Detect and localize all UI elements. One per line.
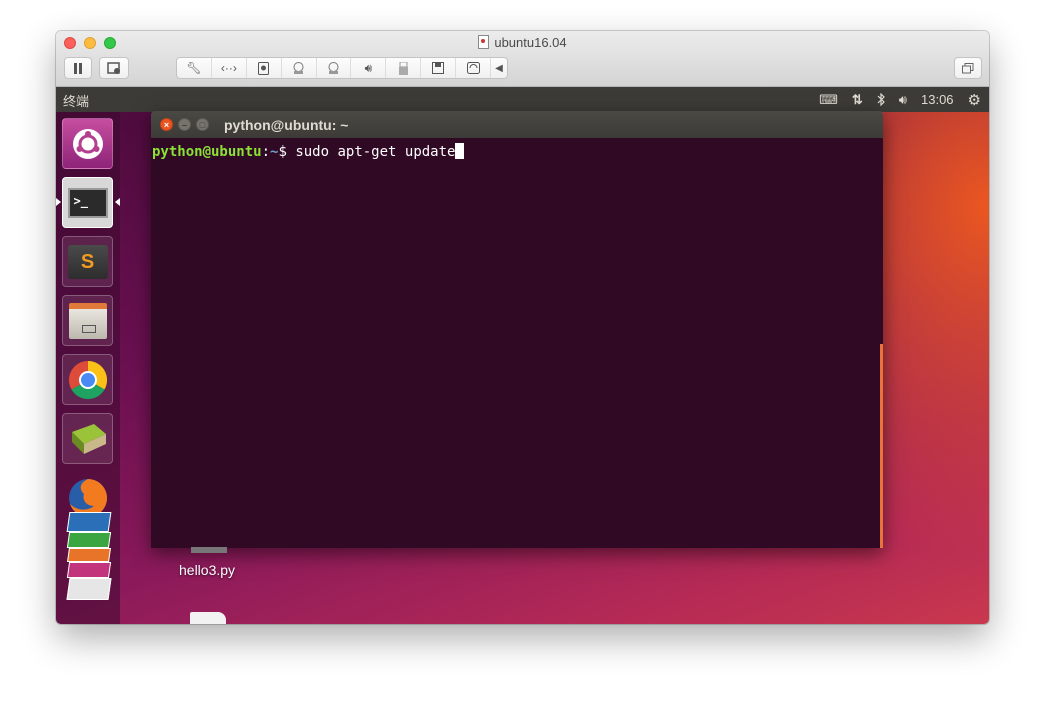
prompt-colon: :	[261, 144, 271, 160]
text-cursor	[455, 143, 465, 159]
keyboard-icon[interactable]: ⌨︎	[819, 92, 838, 108]
libreoffice-impress-icon	[67, 548, 111, 562]
camera-icon	[293, 62, 304, 74]
document-icon	[190, 612, 226, 624]
books-launcher[interactable]	[62, 413, 113, 464]
file-cabinet-icon	[68, 302, 107, 339]
maximize-icon: □	[199, 120, 206, 130]
vm-device-toolbar: 🔧︎ ‹··› 🔊︎ ◀	[176, 57, 508, 79]
disk-icon	[66, 578, 112, 600]
books-icon	[71, 423, 106, 454]
pause-button[interactable]	[64, 57, 92, 79]
sublime-text-icon: S	[67, 244, 108, 279]
gear-icon[interactable]: ⚙︎	[968, 91, 981, 109]
terminal-close-button[interactable]: ×	[160, 118, 173, 131]
terminal-icon: >_	[67, 187, 108, 218]
vm-document-icon	[478, 35, 490, 49]
fullscreen-button[interactable]	[954, 57, 982, 79]
clock[interactable]: 13:06	[921, 92, 954, 107]
speaker-icon: 🔊︎	[364, 60, 373, 75]
chrome-launcher[interactable]	[62, 354, 113, 405]
camera-button-2[interactable]	[317, 58, 352, 78]
chrome-icon	[68, 360, 107, 399]
terminal-maximize-button[interactable]: □	[196, 118, 209, 131]
minimize-icon: –	[181, 120, 187, 130]
unity-top-panel: 终端 ⌨︎ ⇅ 🔊︎ 13:06 ⚙︎	[56, 87, 989, 112]
terminal-launcher[interactable]: >_	[62, 177, 113, 228]
command-text: sudo apt-get update	[295, 144, 456, 160]
camera-icon	[328, 62, 339, 74]
close-icon: ×	[163, 120, 170, 130]
dash-button[interactable]	[62, 118, 113, 169]
toolbar-collapse-button[interactable]: ◀	[491, 58, 507, 78]
desktop-file-hello3[interactable]: hello3.py	[178, 547, 258, 587]
terminal-minimize-button[interactable]: –	[178, 118, 191, 131]
sync-button[interactable]	[456, 58, 492, 78]
libreoffice-writer-icon	[66, 512, 112, 532]
snapshot-button[interactable]	[99, 57, 129, 79]
sync-icon	[466, 62, 480, 74]
save-icon	[432, 62, 445, 74]
prompt-symbol: $	[278, 144, 296, 160]
hard-disk-button[interactable]	[247, 58, 282, 78]
desktop-file-2[interactable]	[190, 612, 230, 624]
shared-folder-button[interactable]	[421, 58, 457, 78]
host-titlebar: ubuntu16.04 🔧︎ ‹··› 🔊︎ ◀	[56, 31, 989, 87]
host-window-title: ubuntu16.04	[56, 35, 989, 50]
running-indicator-icon	[56, 198, 61, 206]
camera-button[interactable]	[282, 58, 317, 78]
unity-launcher: >_ S	[56, 112, 120, 624]
sublime-text-launcher[interactable]: S	[62, 236, 113, 287]
sound-button[interactable]: 🔊︎	[351, 58, 387, 78]
prompt-user: python@ubuntu	[152, 144, 262, 160]
pause-icon	[74, 62, 82, 74]
file-icon	[191, 547, 227, 553]
files-launcher[interactable]	[62, 295, 113, 346]
ubuntu-desktop: 终端 ⌨︎ ⇅ 🔊︎ 13:06 ⚙︎ >_ S × – □ python@ub…	[56, 87, 989, 624]
software-center-icon	[66, 562, 112, 578]
network-button[interactable]: ‹··›	[212, 58, 247, 78]
ubuntu-logo-icon	[72, 128, 103, 159]
vm-host-window: ubuntu16.04 🔧︎ ‹··› 🔊︎ ◀ 终端 ⌨︎ ⇅ 🔊︎ 13:0…	[56, 31, 989, 624]
bluetooth-icon[interactable]	[877, 93, 885, 106]
wrench-icon: 🔧︎	[186, 61, 202, 75]
terminal-titlebar[interactable]: × – □ python@ubuntu: ~	[151, 111, 883, 138]
launcher-stacked-apps[interactable]	[64, 512, 112, 622]
libreoffice-calc-icon	[66, 532, 112, 548]
network-icon: ‹··›	[220, 61, 237, 75]
network-arrows-icon[interactable]: ⇅	[852, 92, 863, 108]
chevron-left-icon: ◀	[495, 62, 503, 74]
volume-icon[interactable]: 🔊︎	[899, 92, 907, 108]
terminal-window[interactable]: × – □ python@ubuntu: ~ python@ubuntu:~$ …	[151, 111, 883, 548]
usb-button[interactable]	[386, 58, 422, 78]
usb-icon	[398, 61, 408, 75]
command-line[interactable]: python@ubuntu:~$ sudo apt-get update	[152, 143, 465, 160]
active-app-title: 终端	[63, 94, 90, 109]
screen-record-icon	[107, 61, 120, 74]
hard-disk-icon	[258, 61, 270, 75]
settings-button[interactable]: 🔧︎	[177, 58, 212, 78]
terminal-body[interactable]: python@ubuntu:~$ sudo apt-get update	[151, 138, 883, 548]
window-restore-icon	[962, 62, 974, 73]
system-tray: ⌨︎ ⇅ 🔊︎ 13:06 ⚙︎	[819, 87, 981, 112]
terminal-title: python@ubuntu: ~	[224, 117, 349, 133]
terminal-scroll-edge[interactable]	[880, 344, 883, 548]
file-label: hello3.py	[179, 562, 236, 578]
focus-indicator-icon	[115, 198, 120, 206]
